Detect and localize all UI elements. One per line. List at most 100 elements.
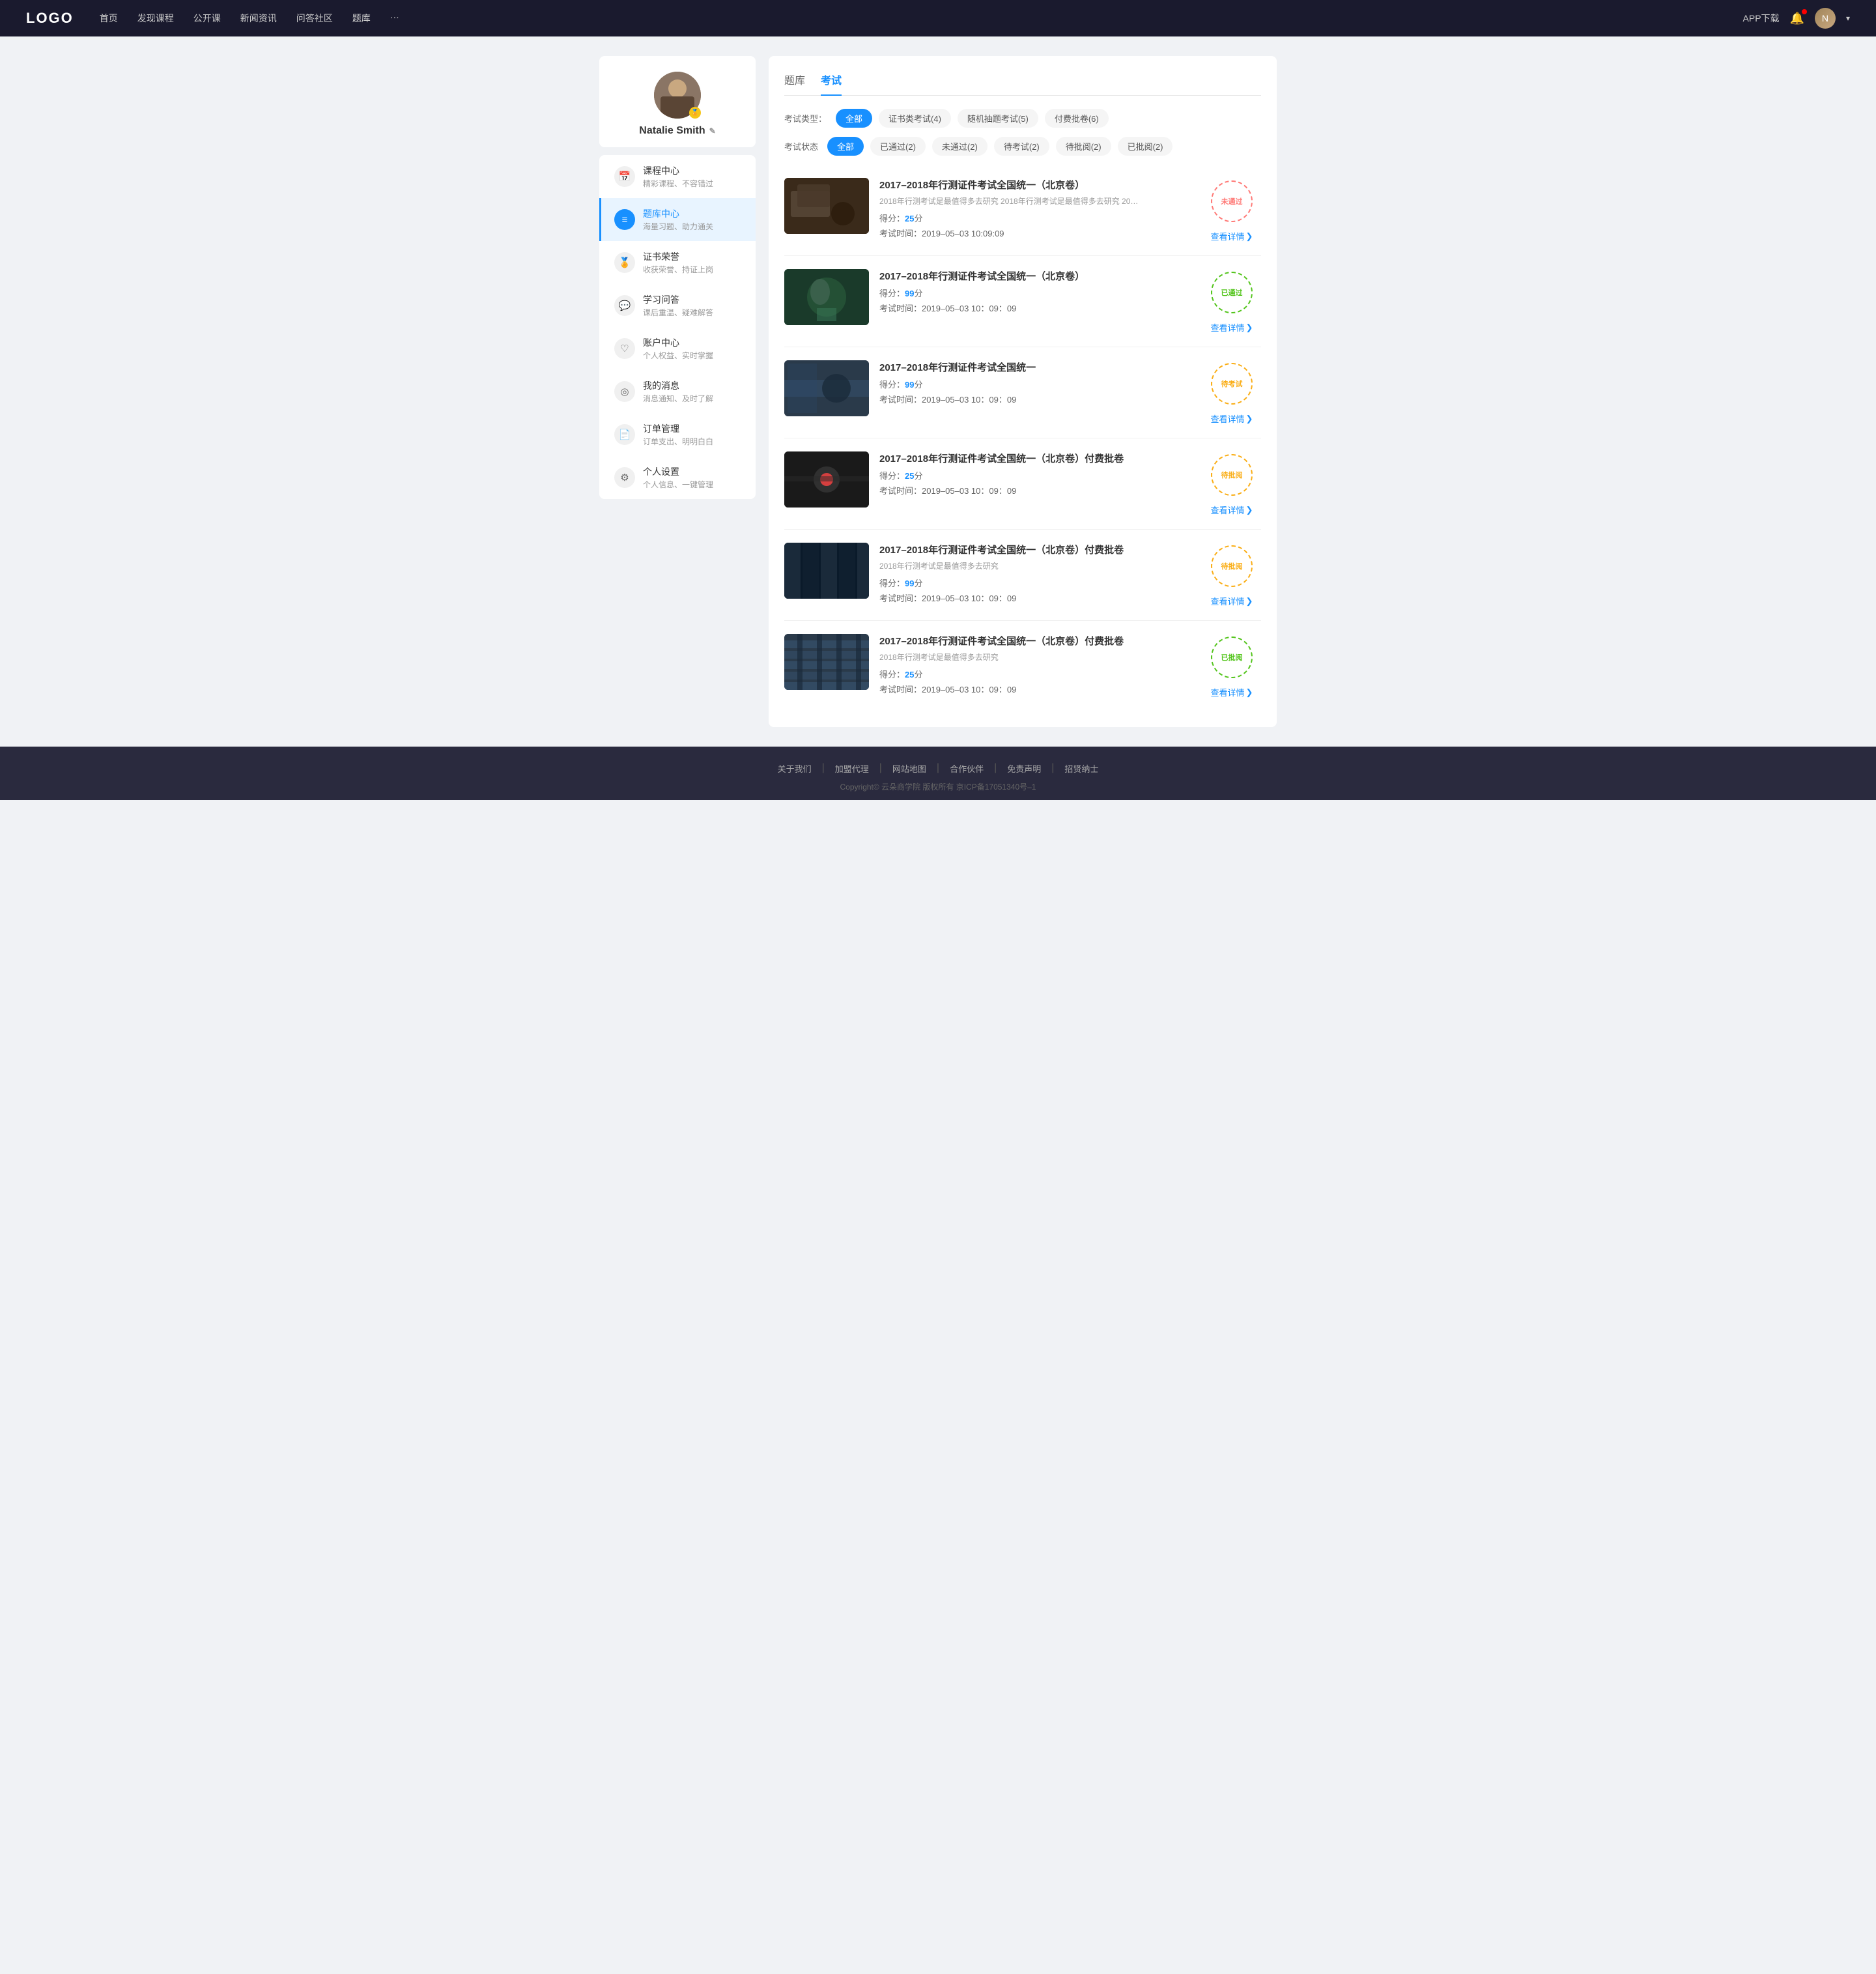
view-detail-2[interactable]: 查看详情 ❯: [1211, 321, 1253, 334]
footer-franchise[interactable]: 加盟代理: [835, 762, 869, 775]
footer-disclaimer[interactable]: 免责声明: [1007, 762, 1041, 775]
sidebar-item-question-bank[interactable]: ≡ 题库中心 海量习题、助力通关: [599, 198, 756, 241]
exam-time-2: 考试时间：2019–05–03 10：09：09: [879, 302, 1192, 314]
status-stamp-3: 待考试: [1211, 363, 1253, 405]
footer-partners[interactable]: 合作伙伴: [950, 762, 984, 775]
exam-meta-5: 得分：99分 考试时间：2019–05–03 10：09：09: [879, 577, 1192, 604]
exam-body-3: 2017–2018年行测证件考试全国统一 得分：99分 考试时间：2019–05…: [879, 360, 1192, 405]
exam-meta-2: 得分：99分 考试时间：2019–05–03 10：09：09: [879, 287, 1192, 314]
exam-body-2: 2017–2018年行测证件考试全国统一（北京卷） 得分：99分 考试时间：20…: [879, 269, 1192, 314]
logo: LOGO: [26, 10, 74, 27]
nav-discover[interactable]: 发现课程: [137, 12, 174, 25]
footer-careers[interactable]: 招贤纳士: [1064, 762, 1098, 775]
filter-failed-status[interactable]: 未通过(2): [932, 137, 988, 156]
certificates-icon: 🏅: [614, 252, 635, 273]
sidebar-item-qa[interactable]: 💬 学习问答 课后重温、疑难解答: [599, 284, 756, 327]
sidebar-item-certificates[interactable]: 🏅 证书荣誉 收获荣誉、持证上岗: [599, 241, 756, 284]
filter-all-status[interactable]: 全部: [827, 137, 864, 156]
view-detail-4[interactable]: 查看详情 ❯: [1211, 504, 1253, 516]
exam-meta-4: 得分：25分 考试时间：2019–05–03 10：09：09: [879, 469, 1192, 496]
exam-time-5: 考试时间：2019–05–03 10：09：09: [879, 592, 1192, 604]
exam-actions-6: 已批阅 查看详情 ❯: [1202, 634, 1261, 698]
filter-cert-type[interactable]: 证书类考试(4): [879, 109, 951, 128]
exam-time-1: 考试时间：2019–05–03 10:09:09: [879, 227, 1192, 239]
avatar-nav[interactable]: N: [1815, 8, 1836, 29]
exam-thumb-1: [784, 178, 869, 234]
content-area: 题库 考试 考试类型： 全部 证书类考试(4) 随机抽题考试(5) 付费批卷(6…: [769, 56, 1277, 727]
filter-passed-status[interactable]: 已通过(2): [870, 137, 926, 156]
bell-icon[interactable]: 🔔: [1790, 12, 1804, 25]
navbar-right: APP下载 🔔 N ▾: [1743, 8, 1850, 29]
status-stamp-4: 待批阅: [1211, 454, 1253, 496]
chevron-down-icon[interactable]: ▾: [1846, 14, 1850, 23]
footer-sitemap[interactable]: 网站地图: [892, 762, 926, 775]
app-download-label[interactable]: APP下载: [1743, 12, 1780, 25]
sidebar-item-messages[interactable]: ◎ 我的消息 消息通知、及时了解: [599, 370, 756, 413]
nav-home[interactable]: 首页: [100, 12, 118, 25]
nav-question-bank[interactable]: 题库: [352, 12, 371, 25]
exam-item-2: 2017–2018年行测证件考试全国统一（北京卷） 得分：99分 考试时间：20…: [784, 256, 1261, 347]
exam-title-1: 2017–2018年行测证件考试全国统一（北京卷）: [879, 178, 1192, 192]
exam-title-5: 2017–2018年行测证件考试全国统一（北京卷）付费批卷: [879, 543, 1192, 556]
profile-card: 🏅 Natalie Smith ✎: [599, 56, 756, 147]
footer-links: 关于我们 | 加盟代理 | 网站地图 | 合作伙伴 | 免责声明 | 招贤纳士: [0, 762, 1876, 775]
sidebar-item-orders[interactable]: 📄 订单管理 订单支出、明明白白: [599, 413, 756, 456]
navbar: LOGO 首页 发现课程 公开课 新闻资讯 问答社区 题库 ··· APP下载 …: [0, 0, 1876, 36]
sidebar-menu: 📅 课程中心 精彩课程、不容错过 ≡ 题库中心 海量习题、助力通关 🏅 证书荣誉…: [599, 155, 756, 499]
footer-about[interactable]: 关于我们: [778, 762, 812, 775]
exam-actions-4: 待批阅 查看详情 ❯: [1202, 451, 1261, 516]
profile-name: Natalie Smith ✎: [610, 125, 745, 137]
exam-time-3: 考试时间：2019–05–03 10：09：09: [879, 393, 1192, 405]
nav-more[interactable]: ···: [390, 12, 399, 25]
exam-type-filter-row: 考试类型： 全部 证书类考试(4) 随机抽题考试(5) 付费批卷(6): [784, 109, 1261, 128]
nav-qa[interactable]: 问答社区: [296, 12, 333, 25]
sidebar-item-course-center[interactable]: 📅 课程中心 精彩课程、不容错过: [599, 155, 756, 198]
exam-status-label: 考试状态: [784, 140, 818, 152]
status-stamp-5: 待批阅: [1211, 545, 1253, 587]
exam-body-6: 2017–2018年行测证件考试全国统一（北京卷）付费批卷 2018年行测考试是…: [879, 634, 1192, 695]
filter-pending-status[interactable]: 待考试(2): [994, 137, 1049, 156]
avatar-wrap: 🏅: [654, 72, 701, 119]
tab-question-bank[interactable]: 题库: [784, 72, 805, 95]
sidebar-item-account[interactable]: ♡ 账户中心 个人权益、实时掌握: [599, 327, 756, 370]
status-stamp-6: 已批阅: [1211, 637, 1253, 678]
exam-score-3: 得分：99分: [879, 378, 1192, 390]
filter-paid-type[interactable]: 付费批卷(6): [1045, 109, 1109, 128]
filter-reviewed[interactable]: 已批阅(2): [1118, 137, 1173, 156]
view-detail-3[interactable]: 查看详情 ❯: [1211, 412, 1253, 425]
exam-score-5: 得分：99分: [879, 577, 1192, 589]
account-icon: ♡: [614, 338, 635, 359]
messages-icon: ◎: [614, 381, 635, 402]
filter-pending-review[interactable]: 待批阅(2): [1056, 137, 1111, 156]
exam-meta-6: 得分：25分 考试时间：2019–05–03 10：09：09: [879, 668, 1192, 695]
nav-open-course[interactable]: 公开课: [193, 12, 221, 25]
exam-score-4: 得分：25分: [879, 469, 1192, 481]
sidebar-item-settings[interactable]: ⚙ 个人设置 个人信息、一键管理: [599, 456, 756, 499]
exam-body-4: 2017–2018年行测证件考试全国统一（北京卷）付费批卷 得分：25分 考试时…: [879, 451, 1192, 496]
exam-actions-5: 待批阅 查看详情 ❯: [1202, 543, 1261, 607]
exam-status-filter-row: 考试状态 全部 已通过(2) 未通过(2) 待考试(2) 待批阅(2) 已批阅(…: [784, 137, 1261, 156]
exam-score-6: 得分：25分: [879, 668, 1192, 680]
exam-item-1: 2017–2018年行测证件考试全国统一（北京卷） 2018年行测考试是最值得多…: [784, 165, 1261, 256]
chevron-right-icon-2: ❯: [1246, 322, 1253, 333]
status-stamp-1: 未通过: [1211, 180, 1253, 222]
avatar-nav-img: N: [1815, 8, 1836, 29]
exam-score-1: 得分：25分: [879, 212, 1192, 224]
view-detail-5[interactable]: 查看详情 ❯: [1211, 595, 1253, 607]
profile-edit-icon[interactable]: ✎: [709, 126, 716, 136]
content-tabs: 题库 考试: [784, 72, 1261, 96]
exam-item-5: 2017–2018年行测证件考试全国统一（北京卷）付费批卷 2018年行测考试是…: [784, 530, 1261, 621]
main-container: 🏅 Natalie Smith ✎ 📅 课程中心 精彩课程、不容错过 ≡ 题库中…: [586, 36, 1290, 747]
chevron-right-icon-5: ❯: [1246, 596, 1253, 607]
navbar-nav: 首页 发现课程 公开课 新闻资讯 问答社区 题库 ···: [100, 12, 1743, 25]
view-detail-1[interactable]: 查看详情 ❯: [1211, 230, 1253, 242]
filter-all-type[interactable]: 全部: [836, 109, 872, 128]
view-detail-6[interactable]: 查看详情 ❯: [1211, 686, 1253, 698]
filter-random-type[interactable]: 随机抽题考试(5): [958, 109, 1038, 128]
profile-badge-icon: 🏅: [689, 107, 701, 119]
nav-news[interactable]: 新闻资讯: [240, 12, 277, 25]
exam-thumb-5: [784, 543, 869, 599]
exam-body-5: 2017–2018年行测证件考试全国统一（北京卷）付费批卷 2018年行测考试是…: [879, 543, 1192, 604]
tab-exam[interactable]: 考试: [821, 72, 842, 95]
exam-thumb-2: [784, 269, 869, 325]
